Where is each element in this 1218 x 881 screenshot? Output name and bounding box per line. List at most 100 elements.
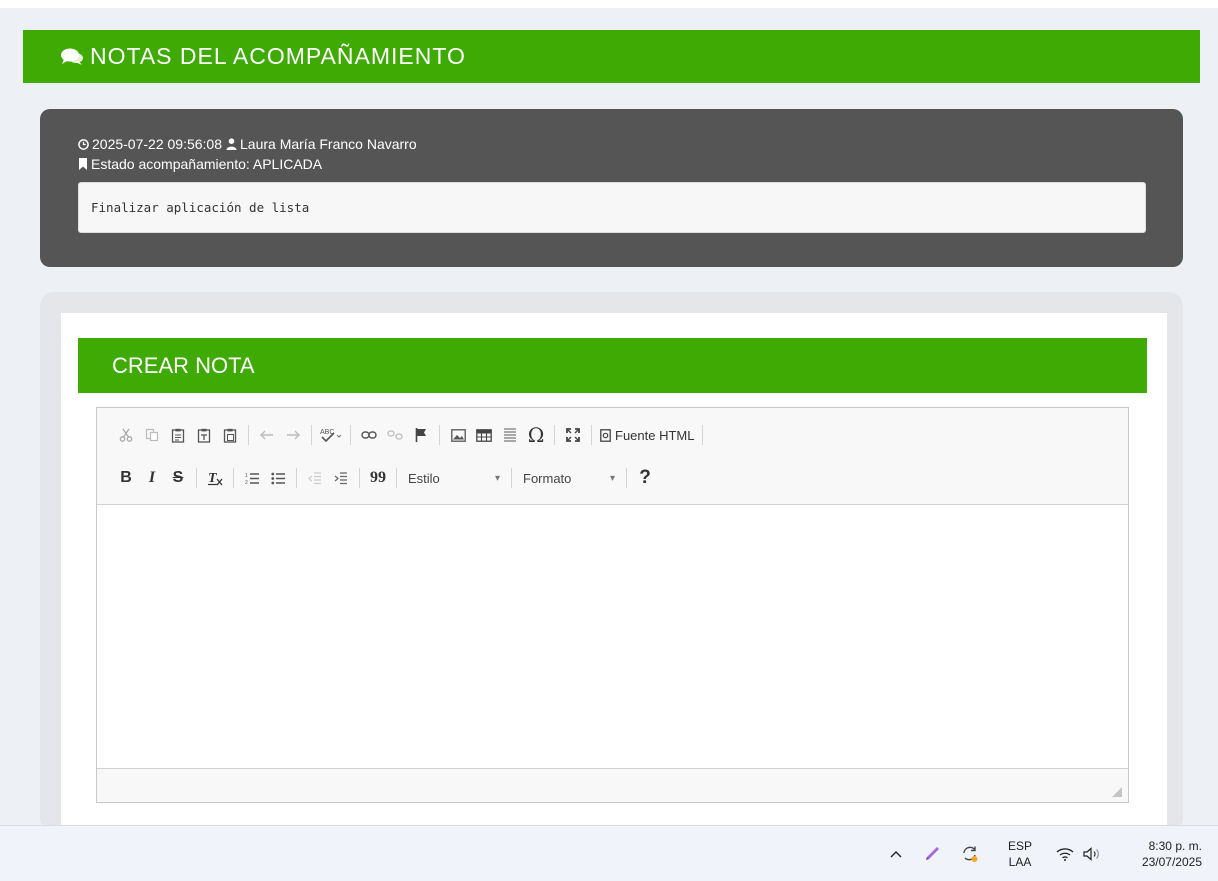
svg-text:2: 2: [245, 480, 248, 485]
input-language-indicator[interactable]: ESP LAA: [1004, 838, 1036, 870]
blockquote-button[interactable]: 99: [365, 466, 391, 490]
source-html-button[interactable]: Fuente HTML: [597, 423, 697, 447]
copy-button[interactable]: [139, 423, 165, 447]
italic-button[interactable]: I: [139, 466, 165, 490]
anchor-button[interactable]: [408, 423, 434, 447]
clipboard-icon: [171, 428, 185, 443]
section-title: NOTAS DEL ACOMPAÑAMIENTO: [90, 43, 466, 69]
cut-button[interactable]: [113, 423, 139, 447]
source-html-label: Fuente HTML: [615, 427, 695, 443]
table-button[interactable]: [471, 423, 497, 447]
indent-button[interactable]: [328, 466, 354, 490]
clock-icon: [78, 138, 89, 150]
strike-button[interactable]: S: [165, 466, 191, 490]
clipboard-word-icon: [223, 428, 237, 443]
pen-icon: [926, 847, 939, 860]
notes-section-header: NOTAS DEL ACOMPAÑAMIENTO: [23, 30, 1200, 83]
help-button[interactable]: ?: [632, 466, 658, 490]
editor-content-area[interactable]: [97, 506, 1128, 768]
note-card: 2025-07-22 09:56:08 Laura María Franco N…: [40, 109, 1183, 267]
paste-button[interactable]: [165, 423, 191, 447]
remove-format-icon: T: [208, 471, 223, 486]
chevron-down-icon: ▾: [609, 472, 615, 484]
show-hidden-icons-button[interactable]: [884, 826, 908, 881]
svg-text:T: T: [208, 471, 218, 486]
image-icon: [450, 428, 466, 442]
toolbar-row-1: ABC Ω Fuente HTML: [113, 422, 708, 448]
format-dropdown[interactable]: Formato ▾: [517, 466, 621, 490]
create-note-title: CREAR NOTA: [112, 352, 255, 378]
maximize-button[interactable]: [560, 423, 586, 447]
bookmark-icon: [79, 158, 87, 170]
wifi-button[interactable]: [1053, 826, 1077, 881]
editor-toolbar: ABC Ω Fuente HTML B I S T 1 2 99 Estilo …: [97, 408, 1128, 505]
link-button[interactable]: [356, 423, 382, 447]
language-code: ESP: [1007, 839, 1032, 853]
bold-button[interactable]: B: [113, 466, 139, 490]
redo-button[interactable]: [280, 423, 306, 447]
sync-icon: [963, 846, 978, 862]
special-char-button[interactable]: Ω: [523, 423, 549, 447]
scissors-icon: [119, 428, 133, 442]
redo-icon: [287, 430, 300, 440]
strike-label: S: [172, 469, 184, 486]
paste-word-button[interactable]: [217, 423, 243, 447]
spellcheck-button[interactable]: ABC: [317, 423, 345, 447]
note-status: Estado acompañamiento: APLICADA: [91, 156, 323, 172]
keyboard-layout: LAA: [1008, 855, 1032, 869]
unlink-button[interactable]: [382, 423, 408, 447]
note-meta: 2025-07-22 09:56:08 Laura María Franco N…: [78, 134, 417, 174]
table-icon: [476, 428, 492, 442]
source-icon: [600, 428, 611, 442]
undo-button[interactable]: [254, 423, 280, 447]
note-author: Laura María Franco Navarro: [240, 136, 417, 152]
clock-time: 8:30 p. m.: [1148, 839, 1202, 853]
spellcheck-icon: ABC: [320, 429, 342, 443]
note-body: Finalizar aplicación de lista: [78, 182, 1146, 233]
unlink-icon: [387, 430, 403, 440]
speaker-icon: [1083, 847, 1099, 861]
maximize-icon: [566, 428, 580, 442]
outdent-button[interactable]: [302, 466, 328, 490]
pen-tray-button[interactable]: [920, 826, 944, 881]
flag-icon: [415, 428, 426, 442]
create-note-header: CREAR NOTA: [78, 338, 1147, 393]
horizontal-rule-button[interactable]: [497, 423, 523, 447]
note-timestamp: 2025-07-22 09:56:08: [92, 136, 222, 152]
note-header-row: 2025-07-22 09:56:08 Laura María Franco N…: [78, 134, 417, 154]
chevron-down-icon: ▾: [494, 472, 500, 484]
remove-format-button[interactable]: T: [202, 466, 228, 490]
outdent-icon: [308, 471, 321, 484]
format-dropdown-label: Formato: [523, 470, 572, 486]
rich-text-editor: ABC Ω Fuente HTML B I S T 1 2 99 Estilo …: [96, 407, 1129, 803]
numbered-list-icon: 12: [245, 473, 259, 485]
user-icon: [226, 138, 237, 150]
italic-label: I: [148, 469, 156, 486]
copy-icon: [145, 428, 159, 442]
bulleted-list-icon: [270, 472, 285, 484]
style-dropdown[interactable]: Estilo ▾: [402, 466, 506, 490]
resize-handle-icon[interactable]: [1112, 787, 1122, 797]
indent-icon: [334, 471, 347, 484]
style-dropdown-label: Estilo: [408, 470, 440, 486]
top-strip: [0, 0, 1218, 8]
horizontal-rule-icon: [504, 428, 516, 442]
paste-text-button[interactable]: [191, 423, 217, 447]
windows-taskbar: ESP LAA 8:30 p. m. 23/07/2025: [0, 825, 1218, 881]
chevron-up-icon: [890, 851, 902, 858]
link-icon: [361, 431, 377, 439]
bulleted-list-button[interactable]: [265, 466, 291, 490]
note-status-row: Estado acompañamiento: APLICADA: [78, 154, 417, 174]
volume-button[interactable]: [1080, 826, 1104, 881]
undo-icon: [260, 430, 273, 440]
image-button[interactable]: [445, 423, 471, 447]
system-clock[interactable]: 8:30 p. m. 23/07/2025: [1142, 838, 1202, 870]
wifi-icon: [1056, 848, 1074, 861]
numbered-list-button[interactable]: 12: [239, 466, 265, 490]
help-icon: ?: [639, 467, 651, 488]
toolbar-row-2: B I S T 12 99 Estilo ▾ Formato ▾ ?: [113, 465, 658, 491]
omega-icon: Ω: [527, 423, 545, 447]
sync-tray-button[interactable]: [957, 826, 983, 881]
svg-text:1: 1: [245, 473, 248, 479]
comments-icon: [61, 48, 83, 65]
